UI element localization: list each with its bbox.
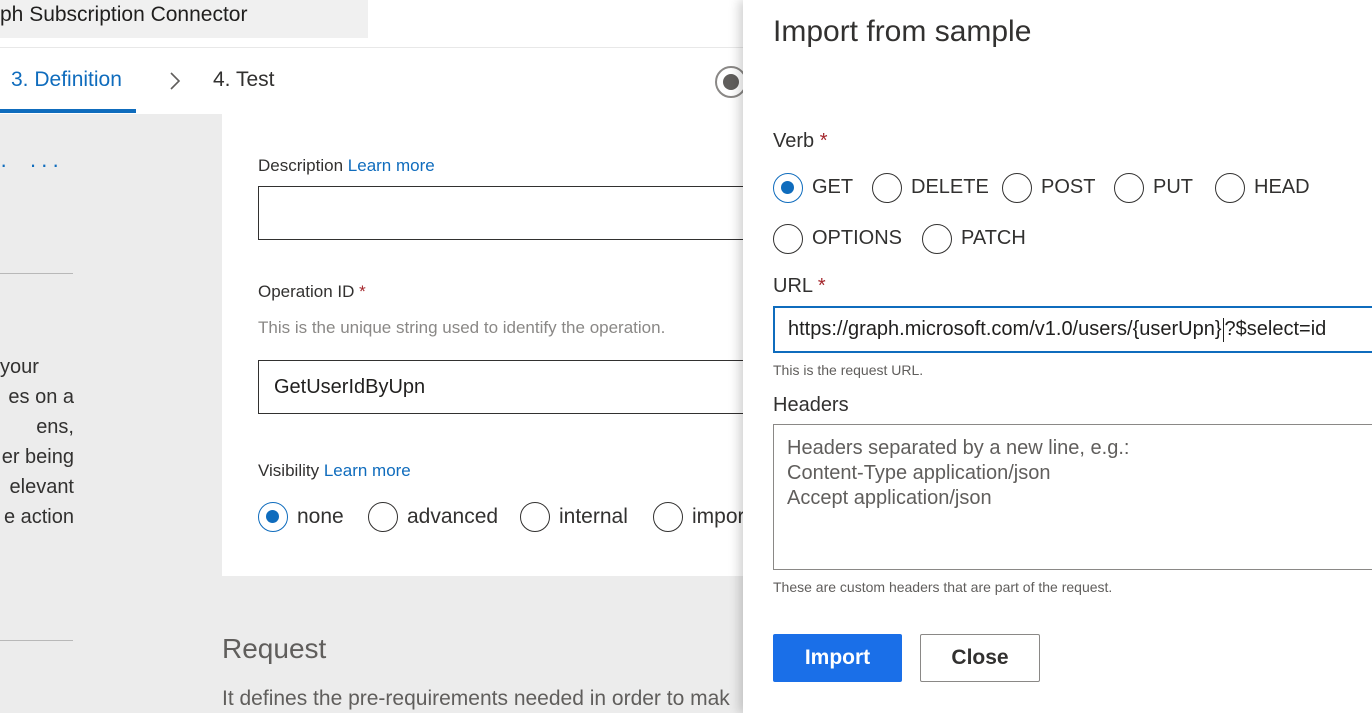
url-value-query: ?$select=id: [1224, 318, 1327, 340]
visibility-advanced-label[interactable]: advanced: [407, 505, 498, 529]
operation-id-input[interactable]: GetUserIdByUpn: [258, 360, 758, 414]
operation-id-label: Operation ID *: [258, 282, 366, 301]
url-help-text: This is the request URL.: [773, 362, 924, 378]
import-button[interactable]: Import: [773, 634, 902, 682]
operation-id-hint: This is the unique string used to identi…: [258, 318, 666, 337]
verb-head-radio[interactable]: [1215, 173, 1245, 203]
sidebar-divider: [0, 640, 73, 641]
step-test-tab[interactable]: 4. Test: [213, 68, 274, 92]
verb-put-radio[interactable]: [1114, 173, 1144, 203]
url-label: URL *: [773, 275, 826, 297]
visibility-none-label[interactable]: none: [297, 505, 344, 529]
verb-options-label[interactable]: OPTIONS: [812, 227, 902, 250]
verb-label: Verb *: [773, 130, 828, 152]
url-input[interactable]: https://graph.microsoft.com/v1.0/users/{…: [773, 306, 1372, 353]
active-step-indicator: [0, 109, 136, 113]
headers-label: Headers: [773, 394, 849, 416]
description-label: Description Learn more: [258, 156, 435, 175]
request-section-title: Request: [222, 633, 327, 664]
sidebar-divider: [0, 273, 73, 274]
summary-line: elevant: [9, 476, 75, 498]
verb-post-label[interactable]: POST: [1041, 176, 1095, 199]
verb-put-label[interactable]: PUT: [1153, 176, 1193, 199]
required-marker: *: [817, 275, 826, 297]
verb-get-radio[interactable]: [773, 173, 803, 203]
visibility-learn-more-link[interactable]: Learn more: [324, 461, 411, 480]
description-learn-more-link[interactable]: Learn more: [348, 156, 435, 175]
text-caret: [1222, 317, 1224, 342]
sidebar-summary-text: your es on a ens, er being elevant e act…: [0, 352, 74, 532]
verb-options-radio[interactable]: [773, 224, 803, 254]
step-definition-tab[interactable]: 3. Definition: [11, 68, 122, 92]
request-section-description: It defines the pre-requirements needed i…: [222, 687, 730, 710]
visibility-internal-radio[interactable]: [520, 502, 550, 532]
required-marker: *: [819, 130, 828, 152]
summary-line: es on a: [8, 386, 74, 408]
visibility-important-radio[interactable]: [653, 502, 683, 532]
visibility-important-label[interactable]: impor: [692, 505, 745, 529]
more-dots-partial: ·: [0, 152, 12, 177]
visibility-label: Visibility Learn more: [258, 461, 411, 480]
required-marker: *: [359, 282, 366, 301]
summary-line: your: [0, 356, 39, 378]
visibility-advanced-radio[interactable]: [368, 502, 398, 532]
summary-line: ens,: [36, 416, 74, 438]
chevron-right-icon: [170, 72, 181, 90]
summary-line: er being: [1, 446, 74, 468]
url-value: https://graph.microsoft.com/v1.0/users/{…: [788, 318, 1222, 340]
description-input[interactable]: [258, 186, 758, 240]
connector-title: ph Subscription Connector: [0, 3, 248, 26]
verb-delete-label[interactable]: DELETE: [911, 176, 989, 199]
verb-delete-radio[interactable]: [872, 173, 902, 203]
header-divider: [0, 47, 745, 48]
verb-patch-radio[interactable]: [922, 224, 952, 254]
verb-patch-label[interactable]: PATCH: [961, 227, 1026, 250]
visibility-internal-label[interactable]: internal: [559, 505, 628, 529]
verb-get-label[interactable]: GET: [812, 176, 853, 199]
headers-textarea[interactable]: Headers separated by a new line, e.g.: C…: [773, 424, 1372, 570]
verb-post-radio[interactable]: [1002, 173, 1032, 203]
summary-line: e action: [3, 506, 74, 528]
more-options-icon[interactable]: · ···: [0, 152, 63, 178]
visibility-none-radio[interactable]: [258, 502, 288, 532]
more-dots: ···: [29, 152, 64, 177]
close-button[interactable]: Close: [920, 634, 1040, 682]
panel-title: Import from sample: [773, 15, 1032, 48]
headers-help-text: These are custom headers that are part o…: [773, 579, 1113, 595]
connector-title-bar: ph Subscription Connector: [0, 0, 368, 38]
verb-head-label[interactable]: HEAD: [1254, 176, 1310, 199]
import-from-sample-panel: Import from sample Verb * GET DELETE POS…: [743, 0, 1372, 713]
